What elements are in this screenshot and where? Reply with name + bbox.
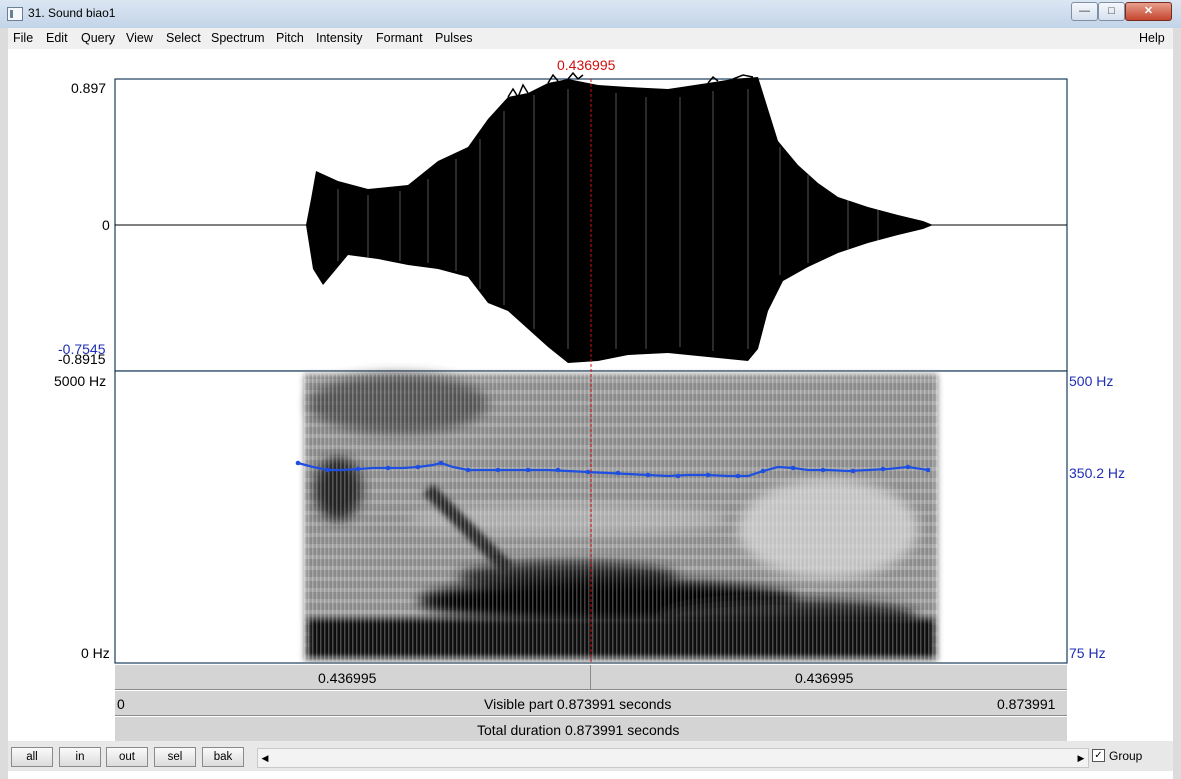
zoom-in-button[interactable]: in bbox=[59, 747, 101, 767]
minimize-button[interactable]: — bbox=[1071, 2, 1098, 21]
menu-file[interactable]: File bbox=[13, 31, 33, 45]
bottom-toolbar: all in out sel bak ◀ ▶ ✓ Group bbox=[8, 741, 1173, 771]
menu-query[interactable]: Query bbox=[81, 31, 115, 45]
total-duration-bar[interactable]: Total duration 0.873991 seconds bbox=[115, 716, 1067, 742]
zoom-back-button[interactable]: bak bbox=[202, 747, 244, 767]
segment-divider bbox=[590, 665, 591, 689]
menu-view[interactable]: View bbox=[126, 31, 153, 45]
scroll-left-icon[interactable]: ◀ bbox=[258, 749, 272, 767]
time-scrollbar[interactable]: ◀ ▶ bbox=[257, 748, 1089, 768]
menu-spectrum[interactable]: Spectrum bbox=[211, 31, 265, 45]
left-frame bbox=[0, 28, 8, 779]
menu-help[interactable]: Help bbox=[1139, 31, 1165, 45]
scroll-right-icon[interactable]: ▶ bbox=[1074, 749, 1088, 767]
menu-formant[interactable]: Formant bbox=[376, 31, 423, 45]
menu-pitch[interactable]: Pitch bbox=[276, 31, 304, 45]
segment-bar[interactable]: 0.436995 0.436995 bbox=[115, 664, 1067, 690]
zoom-selection-button[interactable]: sel bbox=[154, 747, 196, 767]
window-icon bbox=[7, 7, 23, 21]
menu-intensity[interactable]: Intensity bbox=[316, 31, 363, 45]
zoom-all-button[interactable]: all bbox=[11, 747, 53, 767]
right-frame bbox=[1173, 28, 1181, 779]
menu-pulses[interactable]: Pulses bbox=[435, 31, 473, 45]
visible-start: 0 bbox=[117, 696, 125, 712]
group-label: Group bbox=[1109, 749, 1143, 763]
total-duration-label: Total duration 0.873991 seconds bbox=[477, 722, 680, 738]
praat-sound-window: 31. Sound biao1 — □ ✕ File Edit Query Vi… bbox=[0, 0, 1181, 779]
menu-select[interactable]: Select bbox=[166, 31, 201, 45]
editor-canvas[interactable]: 0.436995 0.897 0 -0.7545 -0.8915 5000 Hz… bbox=[8, 49, 1173, 742]
menu-bar: File Edit Query View Select Spectrum Pit… bbox=[8, 28, 1173, 49]
visible-end: 0.873991 bbox=[997, 696, 1056, 712]
visible-part-bar[interactable]: 0 Visible part 0.873991 seconds 0.873991 bbox=[115, 690, 1067, 716]
right-segment-duration: 0.436995 bbox=[795, 670, 854, 686]
signal-graphics bbox=[114, 71, 1068, 689]
group-checkbox[interactable]: ✓ bbox=[1092, 749, 1105, 762]
maximize-button[interactable]: □ bbox=[1098, 2, 1125, 21]
menu-edit[interactable]: Edit bbox=[46, 31, 68, 45]
visible-part-label: Visible part 0.873991 seconds bbox=[484, 696, 672, 712]
left-segment-duration: 0.436995 bbox=[318, 670, 377, 686]
title-bar: 31. Sound biao1 — □ ✕ bbox=[0, 0, 1181, 28]
window-title: 31. Sound biao1 bbox=[28, 6, 116, 20]
zoom-out-button[interactable]: out bbox=[106, 747, 148, 767]
close-button[interactable]: ✕ bbox=[1125, 2, 1172, 21]
